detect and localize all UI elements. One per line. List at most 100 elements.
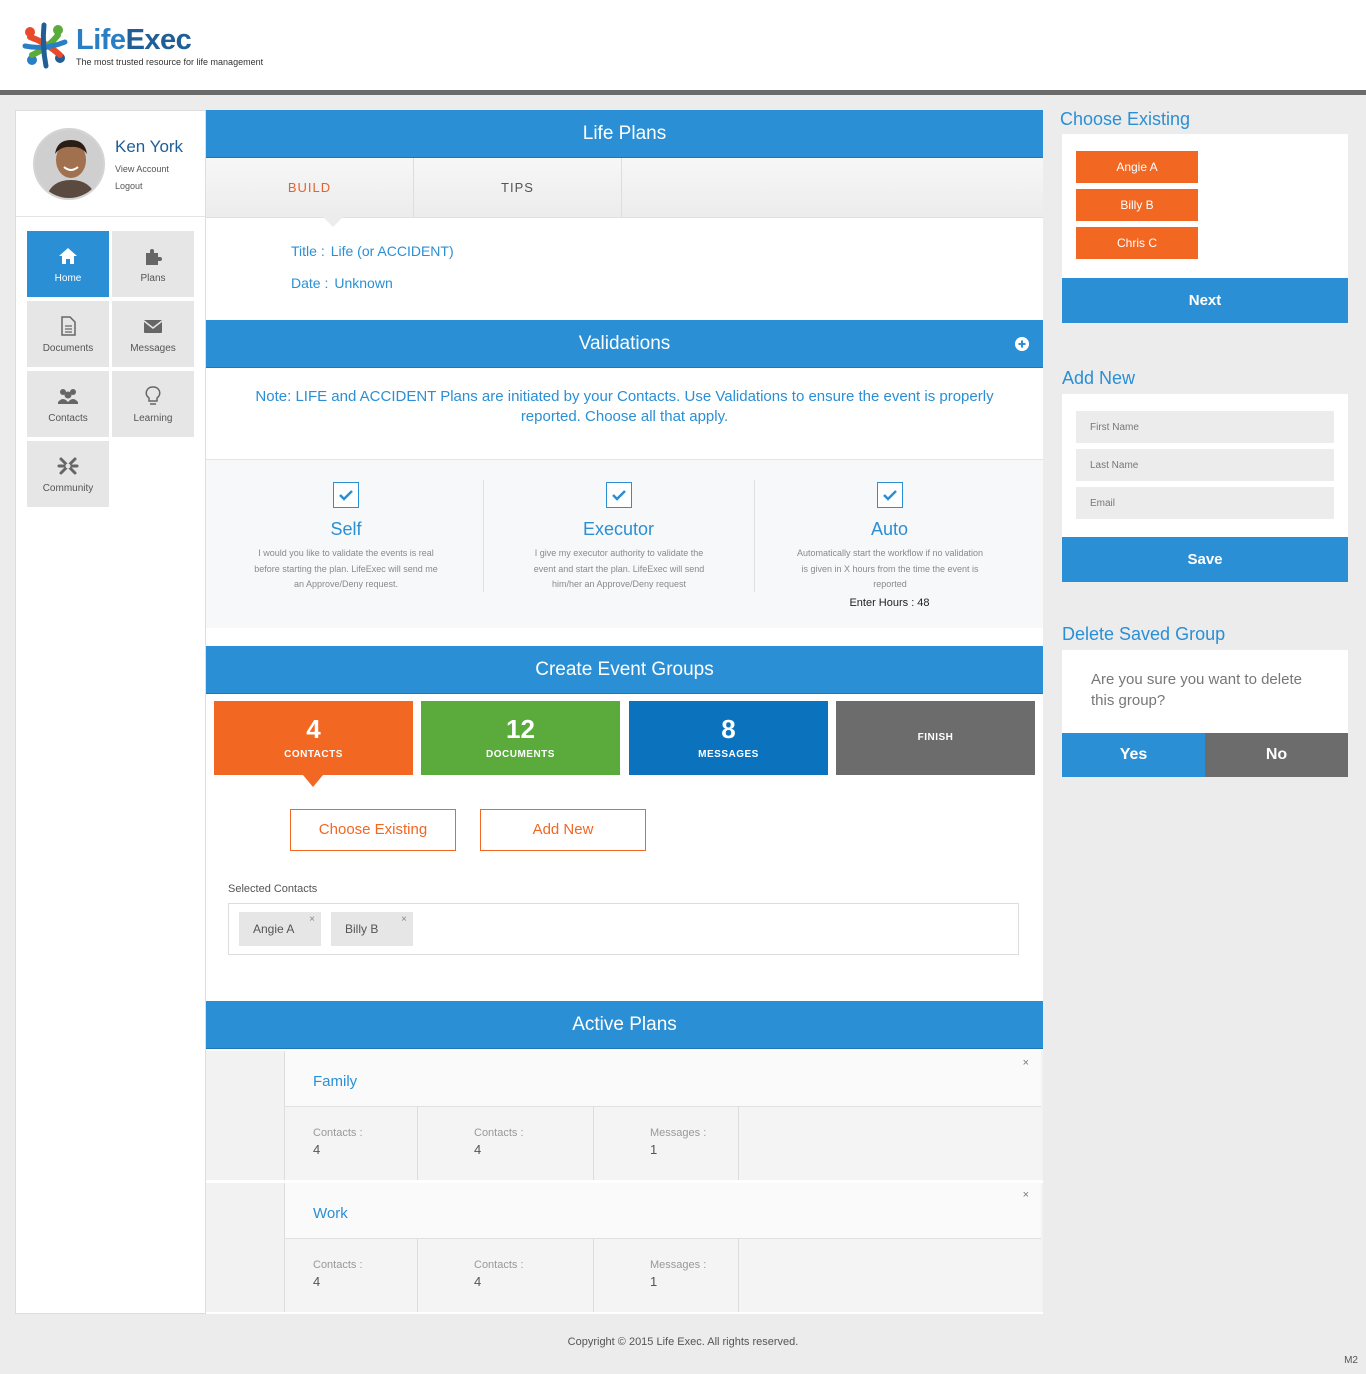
version-label: M2 (1344, 1355, 1358, 1366)
app-header: LifeExec The most trusted resource for l… (0, 0, 1366, 90)
checkmark-icon (882, 490, 897, 501)
validation-self[interactable]: Self I would you like to validate the ev… (211, 480, 481, 592)
logo[interactable]: LifeExec The most trusted resource for l… (20, 20, 280, 72)
nav-contacts[interactable]: Contacts (27, 371, 109, 437)
header-divider (0, 90, 1366, 95)
logout-link[interactable]: Logout (115, 181, 143, 191)
stat-messages[interactable]: 8 MESSAGES (629, 701, 828, 775)
choose-existing-panel: Angie A Billy B Chris C (1062, 134, 1348, 278)
nav-home[interactable]: Home (27, 231, 109, 297)
plan-date-row: Date : Unknown (291, 275, 393, 291)
yes-button[interactable]: Yes (1062, 733, 1205, 777)
delete-group-panel: Are you sure you want to delete this gro… (1062, 650, 1348, 733)
validation-desc: I would you like to validate the events … (254, 548, 438, 589)
life-plans-header: Life Plans (206, 110, 1043, 158)
avatar[interactable] (33, 128, 105, 200)
brand-tagline: The most trusted resource for life manag… (76, 57, 264, 67)
plan-stat-label: Contacts : (313, 1259, 363, 1271)
plan-stats-row: Contacts : 4 Contacts : 4 Messages : 1 (284, 1239, 1041, 1312)
lightbulb-icon (145, 386, 161, 405)
stat-contacts[interactable]: 4 CONTACTS (214, 701, 413, 775)
self-checkbox[interactable] (333, 482, 359, 508)
last-name-field[interactable] (1076, 449, 1334, 481)
plan-stat-cell: Messages : 1 (594, 1239, 739, 1312)
contact-option[interactable]: Angie A (1076, 151, 1198, 183)
add-new-title: Add New (1062, 368, 1136, 388)
nav-label: Home (54, 273, 82, 284)
plan-title-row: Title : Life (or ACCIDENT) (291, 243, 454, 259)
plan-date-label: Date : (291, 275, 329, 291)
footer-copyright: Copyright © 2015 Life Exec. All rights r… (567, 1336, 799, 1348)
stat-documents[interactable]: 12 DOCUMENTS (421, 701, 620, 775)
plan-stat-label: Messages : (650, 1127, 707, 1139)
plan-header[interactable]: Work × (284, 1183, 1041, 1239)
nav-label: Messages (130, 343, 176, 354)
nav-label: Documents (42, 343, 94, 354)
active-plans-header: Active Plans (206, 1001, 1043, 1049)
validations-note: Note: LIFE and ACCIDENT Plans are initia… (255, 388, 994, 425)
enter-hours[interactable]: Enter Hours : 48 (755, 597, 1024, 609)
plan-title-value: Life (or ACCIDENT) (330, 243, 454, 259)
remove-chip-icon[interactable]: × (309, 903, 315, 937)
remove-chip-icon[interactable]: × (401, 903, 407, 937)
email-field[interactable] (1076, 487, 1334, 519)
plan-stat-value: 4 (474, 1142, 482, 1157)
sidebar: Ken York View Account Logout Home Plans … (15, 110, 206, 1314)
view-account-link[interactable]: View Account (115, 164, 169, 174)
nav-plans[interactable]: Plans (112, 231, 194, 297)
validation-title: Auto (870, 519, 909, 539)
plan-stat-cell: Contacts : 4 (285, 1239, 418, 1312)
close-icon[interactable]: × (1023, 1189, 1029, 1201)
selected-contacts-label: Selected Contacts (228, 883, 318, 895)
stat-number: 8 (721, 714, 736, 744)
nav-documents[interactable]: Documents (27, 301, 109, 367)
no-button[interactable]: No (1205, 733, 1348, 777)
nav-community[interactable]: Community (27, 441, 109, 507)
plan-stat-label: Contacts : (313, 1127, 363, 1139)
chip-label: Billy B (345, 922, 379, 936)
puzzle-icon (146, 249, 162, 265)
stat-number: 12 (506, 714, 535, 744)
validation-auto[interactable]: Auto Automatically start the workflow if… (754, 480, 1024, 609)
selected-contacts-box[interactable]: Angie A × Billy B × (228, 903, 1019, 955)
auto-checkbox[interactable] (876, 482, 903, 508)
main-content: Life Plans BUILD TIPS Title : Life (or AC… (206, 110, 1043, 1314)
stat-pointer (303, 775, 323, 787)
nav-label: Community (42, 483, 94, 494)
next-button[interactable]: Next (1062, 278, 1348, 323)
validations-title: Validations (578, 333, 671, 354)
plan-stat-label: Messages : (650, 1259, 707, 1271)
choose-existing-button[interactable]: Choose Existing (290, 809, 456, 851)
close-icon[interactable]: × (1023, 1057, 1029, 1069)
stat-label: CONTACTS (284, 749, 343, 760)
nav-learning[interactable]: Learning (112, 371, 194, 437)
plan-stat-cell: Contacts : 4 (418, 1107, 594, 1180)
plan-stat-value: 4 (474, 1274, 482, 1289)
first-name-field[interactable] (1076, 411, 1334, 443)
chip-label: Angie A (253, 922, 295, 936)
plan-stat-label: Contacts : (474, 1259, 524, 1271)
plan-date-value: Unknown (334, 275, 393, 291)
contact-option[interactable]: Chris C (1076, 227, 1198, 259)
plan-stat-cell: Messages : 1 (594, 1107, 739, 1180)
contact-option[interactable]: Billy B (1076, 189, 1198, 221)
finish-button[interactable]: FINISH (836, 701, 1035, 775)
stat-label: MESSAGES (698, 749, 759, 760)
plan-family: Family × Contacts : 4 Contacts : 4 Message… (206, 1051, 1043, 1180)
avatar-image (35, 130, 103, 198)
plan-header[interactable]: Family × (284, 1051, 1041, 1107)
validation-desc: I give my executor authority to validate… (533, 548, 705, 589)
save-button[interactable]: Save (1062, 537, 1348, 582)
event-groups-header: Create Event Groups (206, 646, 1043, 694)
tab-build[interactable]: BUILD (206, 158, 414, 218)
add-new-button[interactable]: Add New (480, 809, 646, 851)
validation-title: Executor (582, 519, 655, 539)
validation-executor[interactable]: Executor I give my executor authority to… (483, 480, 753, 592)
validation-desc: Automatically start the workflow if no v… (796, 548, 984, 589)
add-circle-icon[interactable] (1015, 337, 1029, 351)
nav-messages[interactable]: Messages (112, 301, 194, 367)
executor-checkbox[interactable] (605, 482, 632, 508)
plan-work: Work × Contacts : 4 Contacts : 4 Messages … (206, 1183, 1043, 1312)
tab-tips[interactable]: TIPS (414, 158, 622, 218)
users-icon (58, 389, 78, 404)
